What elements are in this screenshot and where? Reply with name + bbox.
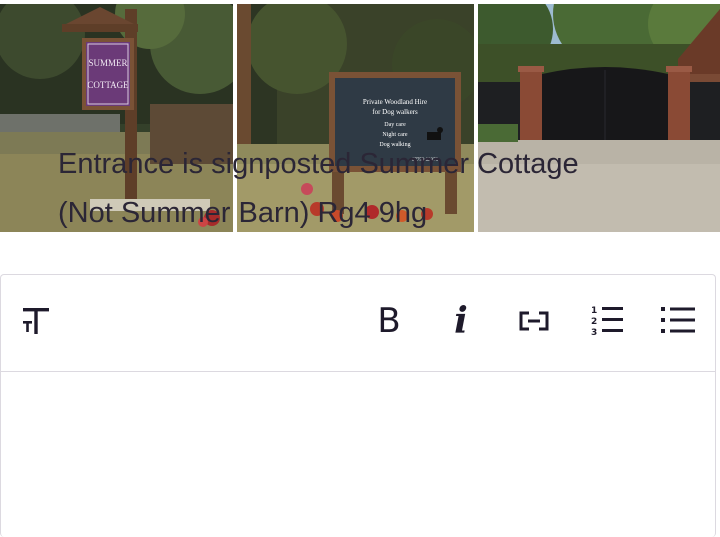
link-icon [519, 311, 549, 331]
svg-text:1: 1 [591, 306, 597, 316]
numbered-list-button[interactable]: 1 2 3 [585, 297, 629, 345]
bullet-list-icon [661, 307, 695, 333]
svg-text:3: 3 [591, 328, 597, 338]
italic-icon: i [454, 300, 468, 342]
sign-line-1: Private Woodland Hire [363, 98, 427, 106]
svg-text:2: 2 [591, 317, 597, 327]
text-size-icon [23, 308, 49, 334]
sign-line-2: COTTAGE [87, 80, 129, 90]
rich-text-editor: B i 1 2 3 [0, 274, 716, 537]
sign-line-2: for Dog walkers [372, 108, 418, 116]
numbered-list-icon: 1 2 3 [591, 306, 623, 338]
italic-button[interactable]: i [441, 297, 481, 345]
text-size-button[interactable] [15, 297, 59, 345]
content-line-2: (Not Summer Barn) Rg4 9hg [58, 197, 428, 229]
bold-button[interactable]: B [367, 297, 411, 345]
editor-content[interactable]: Entrance is signposted Summer Cottage (N… [58, 140, 678, 238]
sign-line-1: SUMMER [88, 58, 127, 68]
content-line-1: Entrance is signposted Summer Cottage [58, 148, 579, 180]
sign-line-4: Night care [382, 132, 407, 138]
editor-toolbar: B i 1 2 3 [1, 275, 715, 372]
bold-icon: B [377, 301, 401, 341]
bullet-list-button[interactable] [655, 297, 701, 345]
link-button[interactable] [511, 297, 557, 345]
sign-line-3: Day care [384, 122, 406, 128]
